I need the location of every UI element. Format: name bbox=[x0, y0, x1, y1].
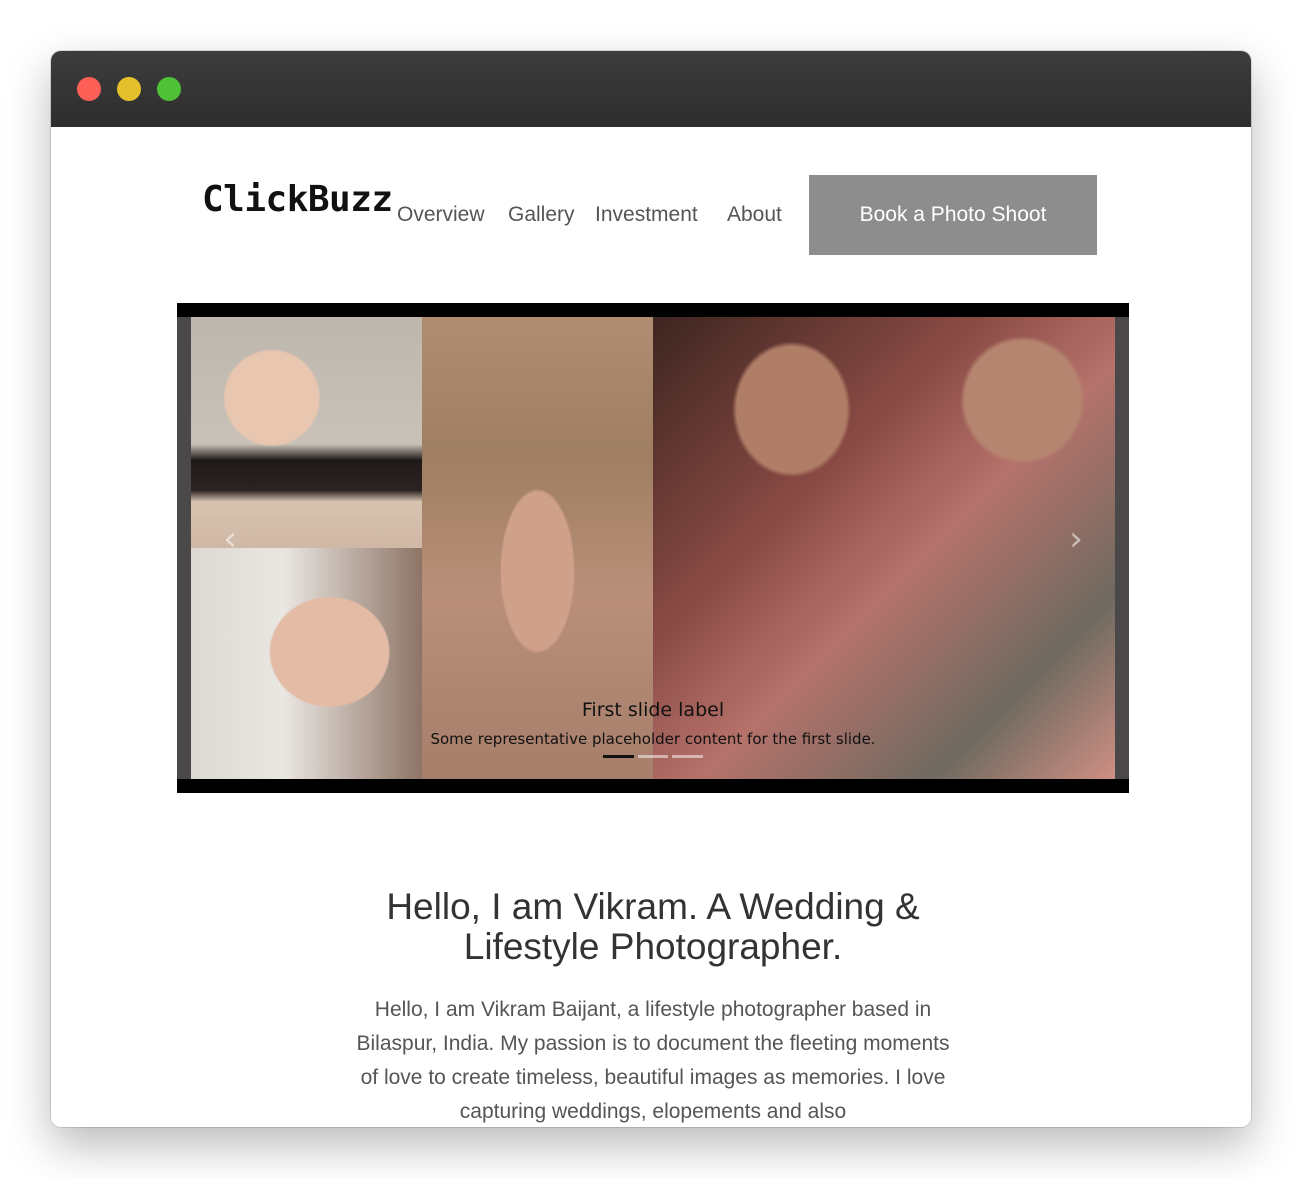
carousel-indicator-1[interactable] bbox=[603, 755, 634, 758]
photo-carousel: ‹ › First slide label Some representativ… bbox=[177, 303, 1129, 793]
maximize-window-button[interactable] bbox=[157, 77, 181, 101]
carousel-prev-button[interactable]: ‹ bbox=[215, 519, 245, 559]
portrait-choker-photo bbox=[191, 317, 422, 548]
intro-heading: Hello, I am Vikram. A Wedding & Lifestyl… bbox=[386, 886, 920, 967]
carousel-next-button[interactable]: › bbox=[1061, 519, 1091, 559]
chevron-right-icon: › bbox=[1069, 519, 1083, 559]
book-photo-shoot-button[interactable]: Book a Photo Shoot bbox=[809, 175, 1097, 255]
slide-caption-title: First slide label bbox=[581, 699, 725, 721]
minimize-window-button[interactable] bbox=[117, 77, 141, 101]
chevron-left-icon: ‹ bbox=[223, 519, 237, 559]
intro-bio: Hello, I am Vikram Baijant, a lifestyle … bbox=[356, 998, 950, 1123]
browser-window: ClickBuzz Overview Gallery Investment Ab… bbox=[51, 51, 1251, 1127]
nav-overview[interactable]: Overview bbox=[397, 203, 485, 227]
window-titlebar bbox=[51, 51, 1251, 127]
nav-about[interactable]: About bbox=[727, 203, 782, 227]
nav-gallery[interactable]: Gallery bbox=[508, 203, 575, 227]
nav-investment[interactable]: Investment bbox=[595, 203, 698, 227]
close-window-button[interactable] bbox=[77, 77, 101, 101]
carousel-indicator-2[interactable] bbox=[637, 755, 669, 758]
book-photo-shoot-label: Book a Photo Shoot bbox=[859, 203, 1047, 226]
page-viewport: ClickBuzz Overview Gallery Investment Ab… bbox=[51, 127, 1251, 1127]
carousel-indicators bbox=[603, 755, 704, 758]
carousel-indicator-3[interactable] bbox=[672, 755, 704, 758]
slide-caption-text: Some representative placeholder content … bbox=[430, 730, 876, 748]
brand-logo[interactable]: ClickBuzz bbox=[202, 179, 393, 220]
